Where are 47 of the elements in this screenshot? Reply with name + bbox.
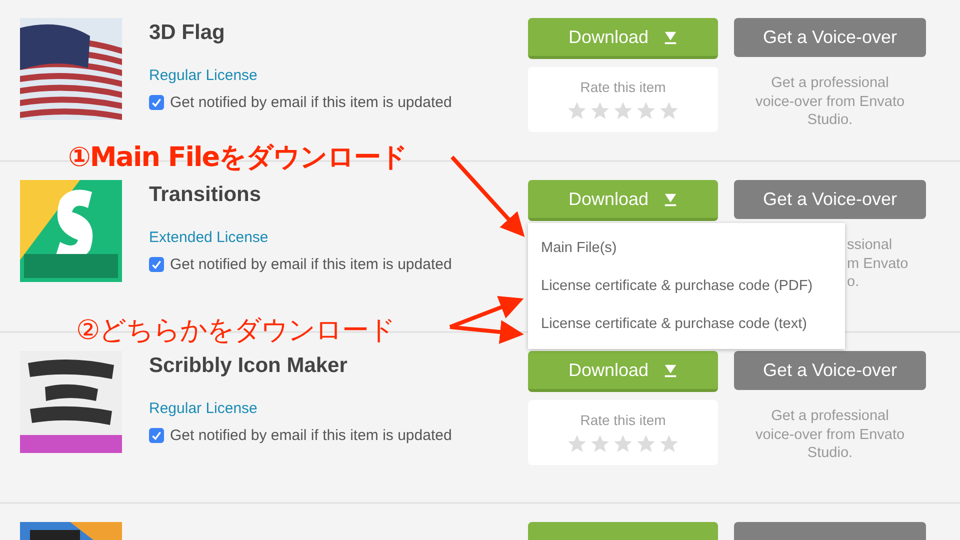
download-arrow-icon (662, 30, 678, 44)
checkbox[interactable] (149, 428, 164, 443)
star-icon[interactable] (613, 101, 633, 121)
star-icon[interactable] (659, 434, 679, 454)
rating-label: Rate this item (580, 412, 666, 428)
voice-over-note: ssional (847, 236, 892, 254)
voice-over-note: Get a professional (771, 74, 889, 92)
menu-item[interactable]: License certificate & purchase code (text) (528, 305, 845, 343)
annotation-text: ①Main Fileをダウンロード (68, 141, 408, 175)
menu-item[interactable]: Main File(s) (528, 229, 845, 267)
download-button[interactable]: Download (528, 18, 718, 59)
checkbox[interactable] (149, 257, 164, 272)
star-icon[interactable] (613, 434, 633, 454)
license-link[interactable]: Regular License (149, 400, 258, 417)
star-icon[interactable] (567, 101, 587, 121)
checkbox-label: Get notified by email if this item is updated (170, 256, 452, 273)
star-icon[interactable] (636, 101, 656, 121)
checkbox-label: Get notified by email if this item is updated (170, 427, 452, 444)
star-icon[interactable] (567, 434, 587, 454)
download-button[interactable]: Download (528, 180, 718, 221)
voice-over-note: Studio. (807, 444, 853, 462)
voice-over-note: Get a professional (771, 407, 889, 426)
voice-over-note: voice-over from Envato (755, 92, 905, 111)
voice-over-button[interactable]: Get a Voice-over (734, 18, 926, 57)
voice-over-button[interactable]: Get a Voice-over (734, 180, 926, 219)
annotation-text: ②どちらかをダウンロード (76, 314, 396, 348)
star-icon[interactable] (590, 434, 610, 454)
checkbox[interactable] (149, 95, 164, 110)
rating-label: Rate this item (580, 79, 666, 95)
license-link[interactable]: Regular License (149, 67, 258, 84)
item-title: 3D Flag (149, 21, 226, 45)
voice-over-note: voice-over from Envato (755, 426, 905, 444)
item-title: Transitions (149, 183, 262, 207)
voice-over-note: m Envato (847, 254, 908, 273)
voice-over-button[interactable]: Get a Voice-over (734, 351, 926, 390)
checkbox-label: Get notified by email if this item is updated (170, 94, 452, 111)
item-title: Scribbly Icon Maker (149, 354, 348, 378)
star-icon[interactable] (590, 101, 610, 121)
voice-over-note: o. (847, 273, 860, 292)
menu-item[interactable]: License certificate & purchase code (PDF) (528, 267, 845, 305)
star-icon[interactable] (659, 101, 679, 121)
download-arrow-icon (662, 192, 678, 206)
download-button[interactable]: Download (528, 351, 718, 392)
download-arrow-icon (662, 362, 678, 378)
voice-over-note: Studio. (807, 111, 853, 130)
star-icon[interactable] (636, 434, 656, 454)
license-link[interactable]: Extended License (149, 229, 268, 246)
